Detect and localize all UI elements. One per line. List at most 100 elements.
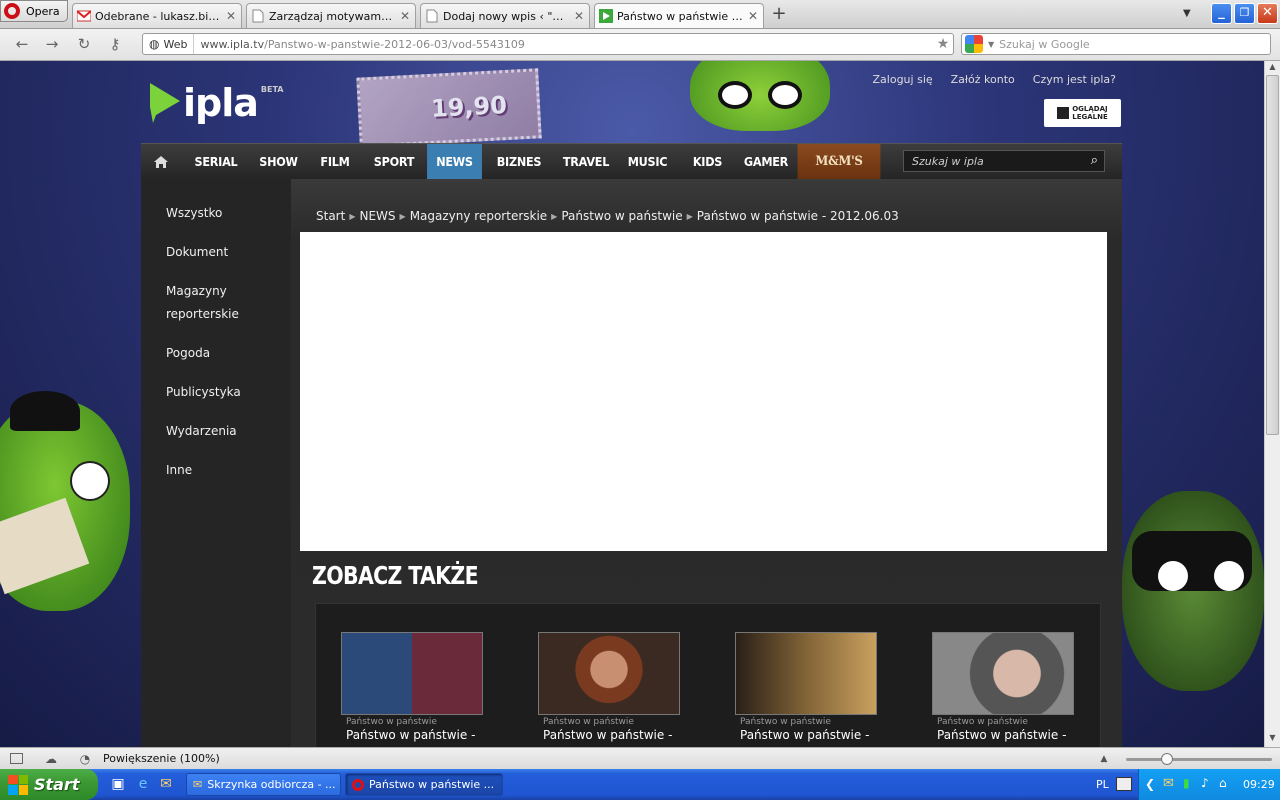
task-opera[interactable]: Państwo w państwie ... bbox=[345, 773, 503, 796]
task-thunderbird[interactable]: ✉ Skrzynka odbiorcza - ... bbox=[186, 773, 341, 796]
network-icon[interactable]: ⌂ bbox=[1219, 776, 1227, 790]
tab-gmail[interactable]: Odebrane - lukasz.bialkowski... ✕ bbox=[72, 3, 242, 28]
tab-close-icon[interactable]: ✕ bbox=[573, 9, 585, 23]
tab-close-icon[interactable]: ✕ bbox=[747, 9, 759, 23]
related-title[interactable]: Państwo w państwie - bbox=[538, 728, 680, 742]
related-thumbnail[interactable] bbox=[538, 632, 680, 715]
sidebar-item-wydarzenia[interactable]: Wydarzenia bbox=[166, 420, 276, 443]
login-link[interactable]: Zaloguj się bbox=[873, 73, 933, 86]
nav-kids[interactable]: KIDS bbox=[679, 144, 736, 179]
related-thumbnail[interactable] bbox=[735, 632, 877, 715]
sidebar-item-magazyny[interactable]: Magazyny reporterskie bbox=[166, 280, 246, 326]
web-page: 19,90 ipla BETA Zaloguj się Załóż konto … bbox=[0, 61, 1264, 747]
tab-close-icon[interactable]: ✕ bbox=[399, 9, 411, 23]
breadcrumb-magazyny[interactable]: Magazyny reporterskie bbox=[410, 209, 547, 223]
related-card[interactable]: Państwo w państwie Państwo w państwie - bbox=[932, 632, 1074, 742]
related-category[interactable]: Państwo w państwie bbox=[735, 717, 877, 727]
sidebar-item-inne[interactable]: Inne bbox=[166, 459, 276, 482]
related-thumbnail[interactable] bbox=[932, 632, 1074, 715]
reload-icon[interactable]: ↻ bbox=[74, 35, 94, 53]
tray-expand-icon[interactable]: ❮ bbox=[1145, 777, 1155, 791]
sidebar-item-publicystyka[interactable]: Publicystyka bbox=[166, 381, 276, 404]
nav-biznes[interactable]: BIZNES bbox=[488, 144, 549, 179]
scroll-down-icon[interactable]: ▼ bbox=[1265, 733, 1280, 746]
nav-music[interactable]: MUSIC bbox=[622, 144, 673, 179]
language-indicator[interactable]: PL bbox=[1096, 778, 1109, 791]
nav-travel[interactable]: TRAVEL bbox=[556, 144, 615, 179]
cloud-icon[interactable]: ☁ bbox=[44, 752, 58, 766]
scrollbar-thumb[interactable] bbox=[1266, 75, 1279, 435]
related-card[interactable]: Państwo w państwie Państwo w państwie - bbox=[735, 632, 877, 742]
tab-list-chevron-icon[interactable]: ▼ bbox=[1183, 8, 1191, 19]
zoom-slider-knob[interactable] bbox=[1161, 753, 1173, 765]
breadcrumb-news[interactable]: NEWS bbox=[359, 209, 395, 223]
vertical-scrollbar[interactable]: ▲ ▼ bbox=[1264, 61, 1280, 747]
forward-icon[interactable]: → bbox=[42, 35, 62, 53]
restore-icon[interactable]: ❐ bbox=[1234, 3, 1255, 24]
close-window-icon[interactable]: ✕ bbox=[1257, 3, 1278, 24]
sidebar-item-dokument[interactable]: Dokument bbox=[166, 241, 276, 264]
clock[interactable]: 09:29 bbox=[1243, 778, 1275, 791]
nav-brand-mms[interactable]: M&M'S bbox=[797, 144, 881, 179]
scroll-up-icon[interactable]: ▲ bbox=[1265, 62, 1280, 75]
tab-new-post[interactable]: Dodaj nowy wpis ‹ "Nie ... ✕ bbox=[420, 3, 590, 28]
tab-ipla-active[interactable]: Państwo w państwie - 20... ✕ bbox=[594, 3, 764, 28]
ipla-logo[interactable]: ipla BETA bbox=[150, 83, 284, 123]
signal-icon[interactable]: ▮ bbox=[1183, 776, 1190, 790]
related-card[interactable]: Państwo w państwie Państwo w państwie - bbox=[538, 632, 680, 742]
nav-gamer[interactable]: GAMER bbox=[742, 144, 791, 179]
related-category[interactable]: Państwo w państwie bbox=[341, 717, 483, 727]
site-info-button[interactable]: ◍ Web bbox=[143, 34, 195, 54]
tray-mail-icon[interactable]: ✉ bbox=[1163, 776, 1174, 791]
thunderbird-quicklaunch-icon[interactable]: ✉ bbox=[158, 776, 174, 792]
related-title[interactable]: Państwo w państwie - bbox=[735, 728, 877, 742]
new-tab-icon[interactable]: + bbox=[768, 5, 790, 25]
nav-show[interactable]: SHOW bbox=[254, 144, 304, 179]
wand-key-icon[interactable]: ⚷ bbox=[105, 35, 125, 53]
legal-badge[interactable]: OGLĄDAJ LEGALNE bbox=[1044, 99, 1121, 127]
address-field[interactable]: ◍ Web www.ipla.tv/Panstwo-w-panstwie-201… bbox=[142, 33, 954, 55]
legal-badge-text: OGLĄDAJ LEGALNE bbox=[1072, 105, 1108, 121]
opera-menu-button[interactable]: Opera bbox=[0, 0, 68, 22]
panel-toggle-icon[interactable] bbox=[10, 753, 23, 764]
breadcrumb-program[interactable]: Państwo w państwie bbox=[561, 209, 682, 223]
home-button[interactable] bbox=[141, 144, 181, 179]
zoom-up-icon[interactable]: ▲ bbox=[1097, 752, 1111, 766]
start-button[interactable]: Start bbox=[0, 769, 98, 800]
task-label: Państwo w państwie ... bbox=[369, 778, 495, 791]
tab-themes[interactable]: Zarządzaj motywami ‹ "N... ✕ bbox=[246, 3, 416, 28]
breadcrumb-start[interactable]: Start bbox=[316, 209, 345, 223]
about-link[interactable]: Czym jest ipla? bbox=[1033, 73, 1116, 86]
google-search-field[interactable]: ▼ Szukaj w Google bbox=[961, 33, 1271, 55]
address-text[interactable]: www.ipla.tv/Panstwo-w-panstwie-2012-06-0… bbox=[194, 38, 933, 51]
nav-news[interactable]: NEWS bbox=[427, 144, 482, 179]
site-search-input[interactable]: Szukaj w ipla ⌕ bbox=[903, 150, 1105, 172]
related-title[interactable]: Państwo w państwie - bbox=[341, 728, 483, 742]
related-thumbnail[interactable] bbox=[341, 632, 483, 715]
promo-ticket-image[interactable]: 19,90 bbox=[356, 68, 542, 148]
keyboard-icon[interactable] bbox=[1116, 777, 1132, 791]
minimize-icon[interactable]: _ bbox=[1211, 3, 1232, 24]
back-icon[interactable]: ← bbox=[12, 35, 32, 53]
speed-dial-icon[interactable]: ◔ bbox=[78, 752, 92, 766]
search-icon[interactable]: ⌕ bbox=[1091, 153, 1098, 168]
nav-serial[interactable]: SERIAL bbox=[185, 144, 248, 179]
register-link[interactable]: Załóż konto bbox=[951, 73, 1015, 86]
zoom-slider[interactable] bbox=[1126, 753, 1272, 765]
related-title[interactable]: Państwo w państwie - bbox=[932, 728, 1074, 742]
nav-film[interactable]: FILM bbox=[309, 144, 361, 179]
sidebar-item-wszystko[interactable]: Wszystko bbox=[166, 202, 276, 225]
related-category[interactable]: Państwo w państwie bbox=[538, 717, 680, 727]
bookmark-star-icon[interactable]: ★ bbox=[933, 36, 953, 52]
opera-icon bbox=[352, 778, 364, 791]
show-desktop-icon[interactable]: ▣ bbox=[110, 776, 126, 792]
volume-icon[interactable]: ♪ bbox=[1201, 776, 1209, 790]
sidebar-item-pogoda[interactable]: Pogoda bbox=[166, 342, 276, 365]
search-engine-chevron-icon[interactable]: ▼ bbox=[988, 40, 994, 49]
related-category[interactable]: Państwo w państwie bbox=[932, 717, 1074, 727]
internet-explorer-icon[interactable]: e bbox=[135, 776, 151, 792]
tab-close-icon[interactable]: ✕ bbox=[225, 9, 237, 23]
related-card[interactable]: Państwo w państwie Państwo w państwie - bbox=[341, 632, 483, 742]
nav-sport[interactable]: SPORT bbox=[367, 144, 421, 179]
video-player[interactable] bbox=[300, 232, 1107, 551]
